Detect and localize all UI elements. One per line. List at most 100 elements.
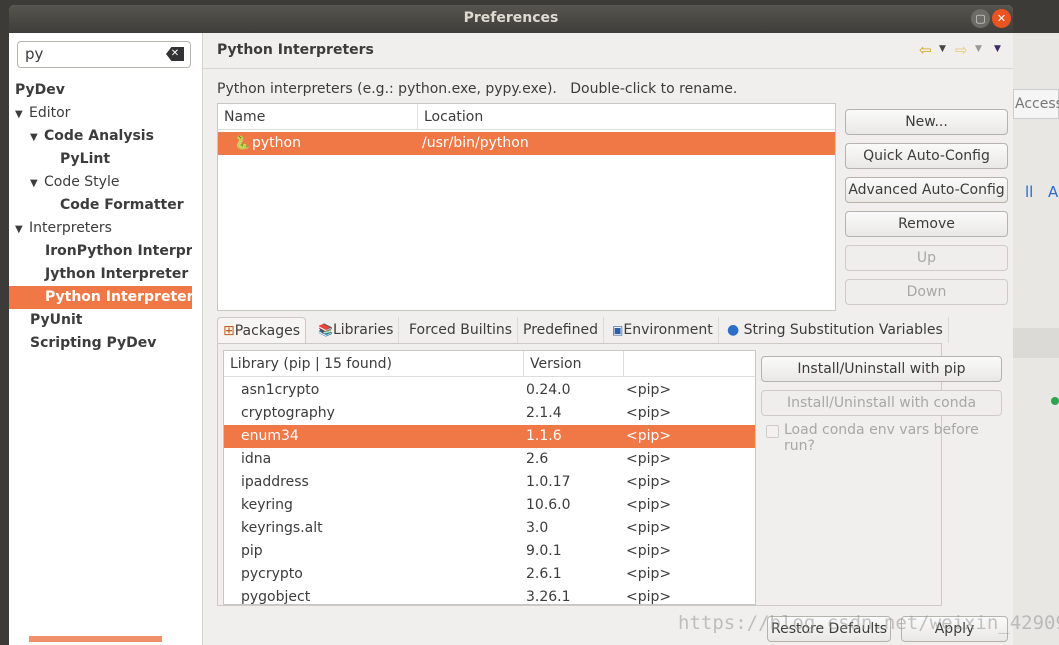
install-conda-button[interactable]: Install/Uninstall with conda <box>761 390 1002 416</box>
close-icon[interactable]: ✕ <box>992 9 1011 28</box>
package-row[interactable]: idna 2.6 <pip> <box>224 448 755 471</box>
tab-label: Packages <box>234 323 301 339</box>
title-bar[interactable]: Preferences ▢ ✕ <box>9 5 1013 33</box>
tab-string-substitution[interactable]: ● String Substitution Variables <box>722 317 949 343</box>
package-version: 2.6 <box>526 451 549 467</box>
tab-predefined[interactable]: Predefined <box>518 317 604 343</box>
package-version: 3.26.1 <box>526 589 571 605</box>
package-source: <pip> <box>626 405 672 421</box>
package-version: 9.0.1 <box>526 543 562 559</box>
package-row[interactable]: pycrypto 2.6.1 <pip> <box>224 563 755 586</box>
tab-forced-builtins[interactable]: Forced Builtins <box>404 317 519 343</box>
package-source: <pip> <box>626 543 672 559</box>
column-header-location[interactable]: Location <box>418 104 835 130</box>
package-row[interactable]: cryptography 2.1.4 <pip> <box>224 402 755 425</box>
quick-access-field[interactable]: Access <box>1013 89 1059 119</box>
package-version: 1.1.6 <box>526 428 562 444</box>
conda-env-checkbox[interactable] <box>766 425 779 438</box>
clear-icon[interactable]: ✕ <box>166 47 184 61</box>
package-source: <pip> <box>626 589 672 605</box>
ide-link: ll <box>1025 183 1034 201</box>
variables-icon: ● <box>727 322 744 338</box>
restore-defaults-button[interactable]: Restore Defaults <box>767 616 891 642</box>
package-row[interactable]: enum34 1.1.6 <pip> <box>224 425 755 448</box>
tree-item[interactable]: IronPython Interpreter <box>9 240 192 263</box>
package-version: 10.6.0 <box>526 497 571 513</box>
view-menu-icon[interactable]: ▼ <box>994 44 1001 54</box>
conda-env-label: Load conda env vars before run? <box>784 422 979 454</box>
tab-packages[interactable]: ⊞Packages <box>217 317 307 343</box>
back-menu-icon[interactable]: ▼ <box>939 44 946 54</box>
package-name: pip <box>241 543 263 559</box>
advanced-auto-config-button[interactable]: Advanced Auto-Config <box>845 177 1008 203</box>
tree-item[interactable]: ▼ Editor <box>9 102 192 125</box>
expand-arrow-icon[interactable]: ▼ <box>30 126 44 148</box>
package-name: asn1crypto <box>241 382 320 398</box>
package-row[interactable]: asn1crypto 0.24.0 <pip> <box>224 379 755 402</box>
package-version: 1.0.17 <box>526 474 571 490</box>
package-row[interactable]: pip 9.0.1 <pip> <box>224 540 755 563</box>
package-name: ipaddress <box>241 474 309 490</box>
ide-link-2: A <box>1048 183 1059 201</box>
maximize-icon[interactable]: ▢ <box>971 9 990 28</box>
tree-item[interactable]: Code Formatter <box>9 194 192 217</box>
packages-table[interactable]: Library (pip | 15 found) Version asn1cry… <box>223 350 756 605</box>
forward-arrow-icon[interactable]: ⇨ <box>955 41 968 59</box>
tree-item[interactable]: PyUnit <box>9 309 192 332</box>
horizontal-scrollbar[interactable] <box>29 636 162 642</box>
column-header-source[interactable] <box>624 351 755 377</box>
tree-item[interactable]: ▼ Code Style <box>9 171 192 194</box>
install-pip-button[interactable]: Install/Uninstall with pip <box>761 356 1002 382</box>
expand-arrow-icon[interactable]: ▼ <box>15 103 29 125</box>
column-header-name[interactable]: Name <box>218 104 418 130</box>
interpreters-table[interactable]: Name Location 🐍 python /usr/bin/python <box>217 103 836 311</box>
tree-item[interactable]: Scripting PyDev <box>9 332 192 355</box>
tab-environment[interactable]: ▣Environment <box>607 317 719 343</box>
tree-item-label: Editor <box>29 105 71 121</box>
tree-item[interactable]: Python Interpreter <box>9 286 192 309</box>
interpreter-row[interactable]: 🐍 python /usr/bin/python <box>218 132 835 155</box>
tree-item[interactable]: PyDev <box>9 79 192 102</box>
package-row[interactable]: pygobject 3.26.1 <pip> <box>224 586 755 605</box>
package-name: keyring <box>241 497 293 513</box>
python-interpreters-page: Python Interpreters ⇦ ▼ ⇨ ▼ ▼ Python int… <box>203 33 1013 645</box>
new-button[interactable]: New... <box>845 109 1008 135</box>
expand-arrow-icon[interactable]: ▼ <box>15 218 29 240</box>
tree-item[interactable]: ▼ Interpreters <box>9 217 192 240</box>
filter-input[interactable]: py ✕ <box>17 41 191 68</box>
tree-item[interactable]: Jython Interpreter <box>9 263 192 286</box>
column-header-library[interactable]: Library (pip | 15 found) <box>224 351 524 377</box>
preferences-tree-pane: py ✕ PyDev ▼ Editor ▼ Code Analysis PyLint ▼ Co… <box>9 33 203 645</box>
remove-button[interactable]: Remove <box>845 211 1008 237</box>
tab-libraries[interactable]: 📚Libraries <box>313 317 400 343</box>
package-source: <pip> <box>626 428 672 444</box>
package-row[interactable]: keyring 10.6.0 <pip> <box>224 494 755 517</box>
column-header-version[interactable]: Version <box>524 351 624 377</box>
interpreter-name: python <box>252 135 301 151</box>
forward-menu-icon[interactable]: ▼ <box>975 44 982 54</box>
package-row[interactable]: keyrings.alt 3.0 <pip> <box>224 517 755 540</box>
tree-item-label: Python Interpreter <box>45 289 192 305</box>
preferences-dialog: Preferences ▢ ✕ py ✕ PyDev ▼ Editor ▼ Code A… <box>9 5 1013 645</box>
tree-item[interactable]: PyLint <box>9 148 192 171</box>
expand-arrow-icon[interactable]: ▼ <box>30 172 44 194</box>
tree-item-label: Jython Interpreter <box>45 266 189 282</box>
page-description: Python interpreters (e.g.: python.exe, p… <box>217 81 738 97</box>
tree-item-label: IronPython Interpreter <box>45 243 192 259</box>
up-button[interactable]: Up <box>845 245 1008 271</box>
status-dot-icon <box>1051 397 1059 405</box>
window-title: Preferences <box>463 10 559 26</box>
libraries-icon: 📚 <box>318 323 333 337</box>
tree-item-label: Code Style <box>44 174 120 190</box>
package-name: enum34 <box>241 428 299 444</box>
tree-item[interactable]: ▼ Code Analysis <box>9 125 192 148</box>
page-header: Python Interpreters ⇦ ▼ ⇨ ▼ ▼ <box>203 33 1013 69</box>
package-version: 3.0 <box>526 520 549 536</box>
back-arrow-icon[interactable]: ⇦ <box>919 41 932 59</box>
tab-label: Predefined <box>523 322 598 338</box>
quick-auto-config-button[interactable]: Quick Auto-Config <box>845 143 1008 169</box>
package-row[interactable]: ipaddress 1.0.17 <pip> <box>224 471 755 494</box>
down-button[interactable]: Down <box>845 279 1008 305</box>
apply-button[interactable]: Apply <box>901 616 1008 642</box>
package-version: 0.24.0 <box>526 382 571 398</box>
